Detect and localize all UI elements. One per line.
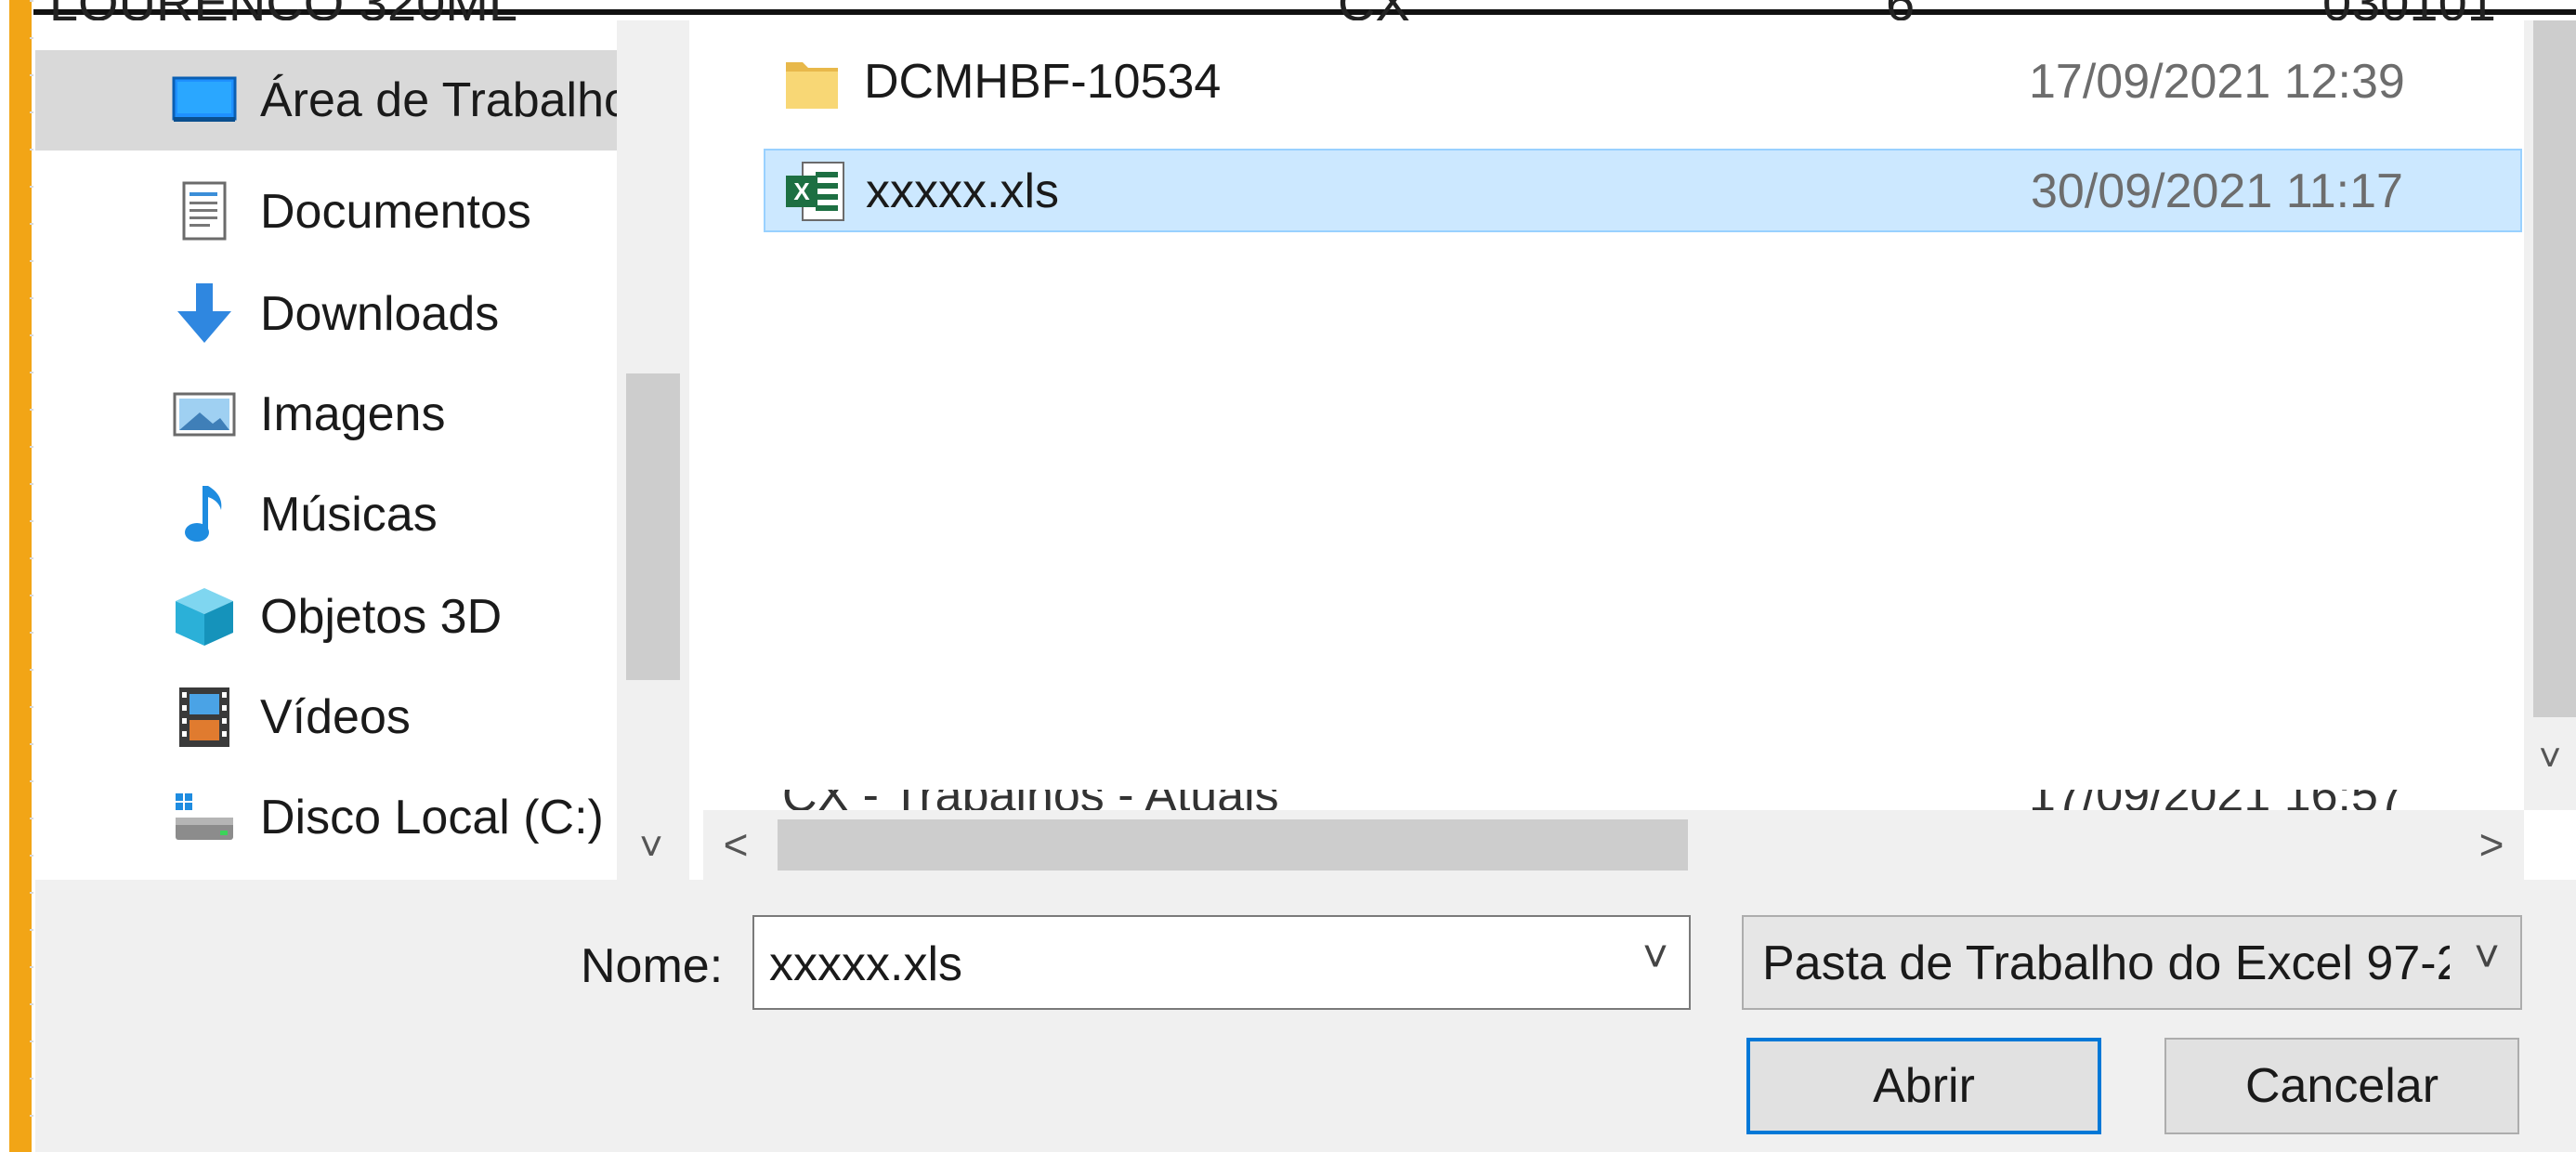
nav-item-downloads[interactable]: Downloads: [35, 264, 617, 364]
file-name: xxxxx.xls: [866, 164, 1059, 218]
file-name-combobox[interactable]: ˅: [752, 915, 1691, 1010]
documents-icon: [171, 178, 238, 245]
file-date: 17/09/2021 16:57: [2029, 790, 2405, 810]
nav-item-label: Downloads: [260, 287, 500, 341]
download-arrow-icon: [171, 281, 238, 347]
file-list-vertical-scrollbar[interactable]: ˅: [2524, 20, 2576, 810]
window-accent-border: [9, 0, 32, 1152]
file-type-select[interactable]: Pasta de Trabalho do Excel 97-2 ˅: [1742, 915, 2522, 1010]
pictures-icon: [171, 381, 238, 448]
background-cell-text: S LOURENÇO 320ML: [0, 0, 517, 20]
nav-item-local-disk[interactable]: Disco Local (C:): [35, 767, 617, 868]
desktop-icon: [171, 67, 238, 134]
music-note-icon: [171, 481, 238, 548]
chevron-down-icon[interactable]: ˅: [2524, 736, 2576, 792]
local-disk-icon: [171, 784, 238, 851]
file-name-input[interactable]: [767, 936, 1589, 993]
nav-item-label: Vídeos: [260, 690, 411, 744]
svg-text:X: X: [793, 177, 810, 205]
background-cell-text: 030101: [2322, 0, 2496, 20]
cancel-button[interactable]: Cancelar: [2164, 1038, 2519, 1134]
file-list: DCMHBF-10534 17/09/2021 12:39 X xxxxx.xl…: [689, 20, 2576, 880]
file-type-value: Pasta de Trabalho do Excel 97-2: [1762, 936, 2450, 990]
background-window-strip: S LOURENÇO 320ML CX 6 030101: [0, 0, 2576, 20]
file-date: 30/09/2021 11:17: [2031, 164, 2403, 218]
film-icon: [171, 684, 238, 751]
nav-item-label: Disco Local (C:): [260, 791, 604, 844]
navigation-scroll-thumb[interactable]: [626, 373, 680, 680]
file-name: CX - Trabalhos - Atuais: [782, 790, 1279, 810]
background-window-edge: [0, 0, 33, 1152]
file-date: 17/09/2021 12:39: [2029, 55, 2405, 109]
cube-3d-icon: [171, 583, 238, 650]
chevron-right-icon[interactable]: >: [2459, 810, 2524, 880]
horizontal-scroll-thumb[interactable]: [778, 819, 1688, 871]
partially-hidden-row: CX - Trabalhos - Atuais 17/09/2021 16:57: [764, 790, 2529, 810]
chevron-down-icon[interactable]: ˅: [617, 819, 686, 875]
open-button[interactable]: Abrir: [1746, 1038, 2101, 1134]
excel-file-icon: X: [784, 159, 849, 226]
window-edge-ticks: [30, 0, 33, 1152]
nav-item-music[interactable]: Músicas: [35, 465, 617, 565]
file-row-folder[interactable]: DCMHBF-10534 17/09/2021 12:39: [764, 41, 2522, 124]
nav-item-desktop[interactable]: Área de Trabalho: [35, 50, 617, 151]
chevron-down-icon[interactable]: ˅: [2474, 932, 2500, 983]
nav-item-label: Objetos 3D: [260, 590, 503, 644]
nav-item-pictures[interactable]: Imagens: [35, 364, 617, 465]
vertical-scroll-thumb[interactable]: [2533, 20, 2576, 717]
navigation-scrollbar[interactable]: ˅: [617, 20, 686, 880]
background-cell-text: 6: [1886, 0, 1915, 20]
nav-item-documents[interactable]: Documentos: [35, 162, 617, 262]
nav-item-label: Músicas: [260, 488, 438, 542]
nav-item-3d-objects[interactable]: Objetos 3D: [35, 567, 617, 667]
file-name-label: Nome:: [581, 939, 724, 993]
nav-item-videos[interactable]: Vídeos: [35, 667, 617, 767]
file-row-xls[interactable]: X xxxxx.xls 30/09/2021 11:17: [764, 149, 2522, 232]
chevron-down-icon[interactable]: ˅: [1642, 932, 1668, 983]
background-cell-text: CX: [1338, 0, 1410, 20]
file-name: DCMHBF-10534: [864, 55, 1222, 109]
nav-item-label: Área de Trabalho: [260, 73, 617, 127]
nav-item-label: Documentos: [260, 185, 531, 239]
chevron-left-icon[interactable]: <: [703, 810, 768, 880]
folder-icon: [782, 49, 847, 116]
file-list-horizontal-scrollbar[interactable]: < >: [703, 810, 2524, 880]
navigation-pane: Área de Trabalho Documentos Downloads Im…: [35, 20, 686, 880]
nav-item-label: Imagens: [260, 387, 446, 441]
